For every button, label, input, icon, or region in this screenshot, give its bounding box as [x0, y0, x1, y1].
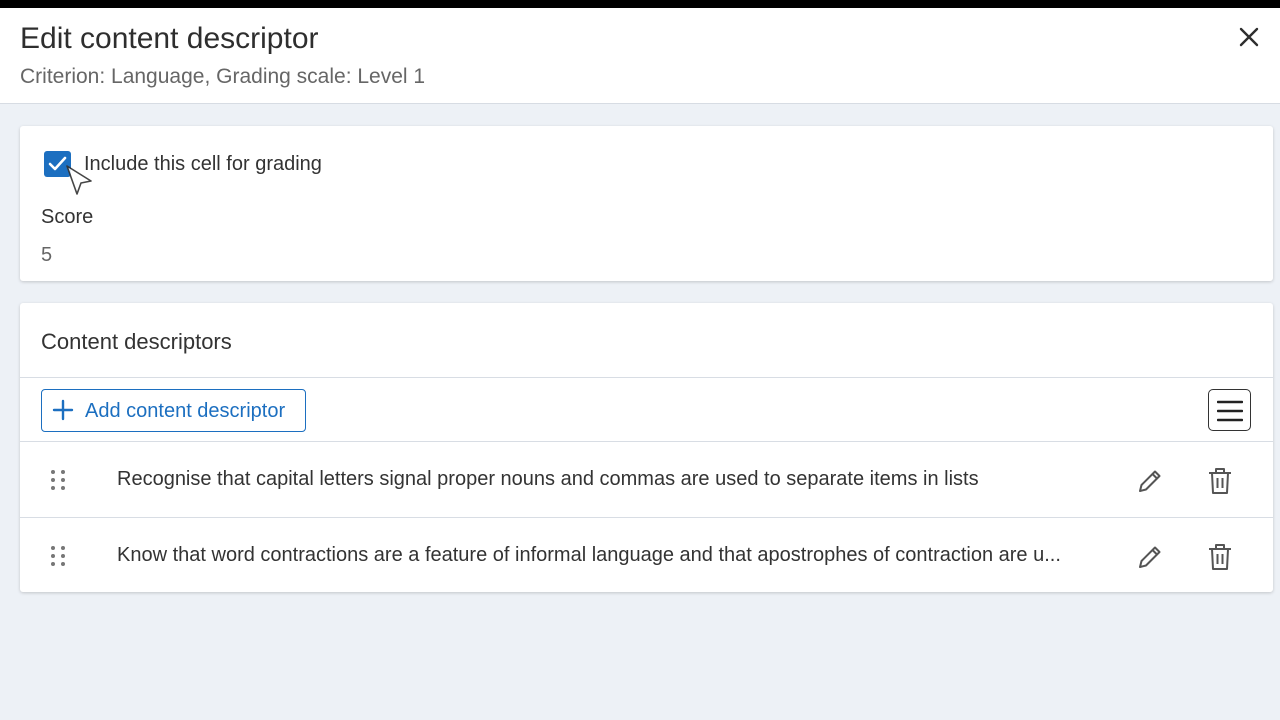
top-edge-bar	[0, 0, 1280, 8]
pencil-icon[interactable]	[1135, 542, 1165, 572]
trash-icon[interactable]	[1206, 542, 1234, 572]
score-value: 5	[41, 244, 53, 266]
close-icon	[1239, 27, 1259, 47]
include-for-grading-label[interactable]: Include this cell for grading	[84, 153, 322, 176]
drag-handle-icon[interactable]	[50, 545, 66, 567]
add-content-descriptor-label: Add content descriptor	[85, 400, 286, 422]
plus-icon	[52, 399, 74, 421]
list-item: Know that word contractions are a featur…	[20, 518, 1273, 593]
add-content-descriptor-button[interactable]: Add content descriptor	[41, 389, 306, 432]
close-button[interactable]	[1238, 26, 1260, 48]
score-label: Score	[41, 206, 94, 228]
descriptor-text: Recognise that capital letters signal pr…	[117, 468, 979, 490]
drag-handle-icon[interactable]	[50, 469, 66, 491]
list-item: Recognise that capital letters signal pr…	[20, 442, 1273, 517]
hamburger-menu-icon	[1217, 400, 1243, 422]
mouse-pointer-icon	[66, 165, 92, 195]
descriptor-text: Know that word contractions are a featur…	[117, 544, 1061, 566]
list-options-menu-button[interactable]	[1208, 389, 1251, 431]
dialog-subtitle: Criterion: Language, Grading scale: Leve…	[20, 65, 426, 88]
pencil-icon[interactable]	[1135, 466, 1165, 496]
grading-settings-card: Include this cell for grading Score 5	[20, 126, 1273, 281]
dialog-header: Edit content descriptor Criterion: Langu…	[0, 8, 1280, 104]
dialog-title: Edit content descriptor	[20, 22, 319, 55]
divider	[20, 377, 1273, 378]
content-descriptors-card: Content descriptors Add content descript…	[20, 303, 1273, 592]
trash-icon[interactable]	[1206, 466, 1234, 496]
content-descriptors-heading: Content descriptors	[41, 329, 232, 354]
